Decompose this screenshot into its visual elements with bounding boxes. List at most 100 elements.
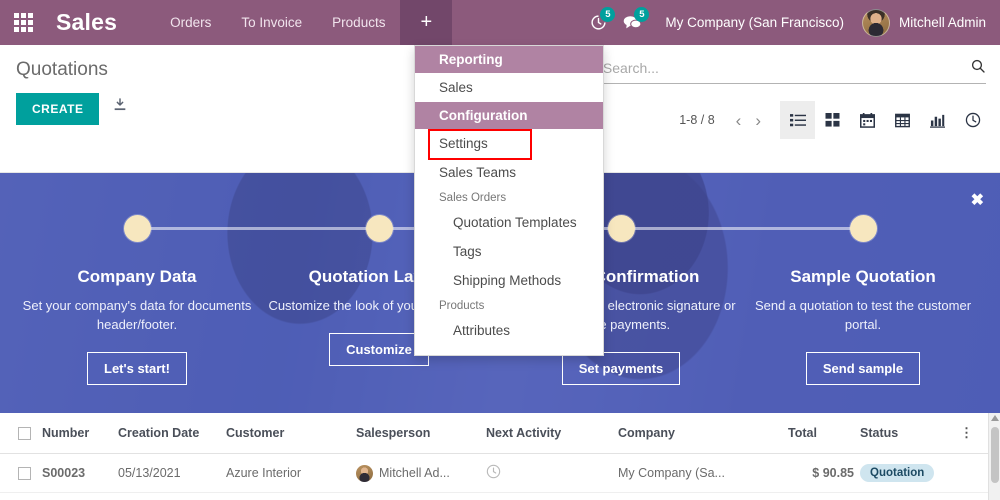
- select-all-header: [0, 413, 42, 454]
- list-vertical-scrollbar[interactable]: [988, 413, 1000, 500]
- view-button-activity[interactable]: [955, 101, 990, 139]
- table-row[interactable]: S00023 05/13/2021 Azure Interior Mitchel…: [0, 454, 988, 493]
- activity-count-badge: 5: [600, 7, 615, 22]
- step-dot: [366, 215, 393, 242]
- odoo-sales-app: Sales Orders To Invoice Products + 5 5: [0, 0, 1000, 500]
- clock-icon: [965, 112, 981, 128]
- bar-chart-icon: [930, 113, 945, 128]
- banner-close-button[interactable]: ✖: [971, 190, 984, 210]
- dropdown-subheader-sales-orders: Sales Orders: [415, 187, 603, 208]
- search-submit-button[interactable]: [970, 58, 986, 79]
- clock-icon: [486, 464, 501, 479]
- cell-next-activity[interactable]: [486, 454, 618, 493]
- view-button-calendar[interactable]: [850, 101, 885, 139]
- step-dot: [850, 215, 877, 242]
- create-button[interactable]: CREATE: [16, 93, 99, 125]
- messaging-menu-button[interactable]: 5: [615, 0, 649, 45]
- list-icon: [790, 113, 806, 128]
- dropdown-item-shipping-methods[interactable]: Shipping Methods: [415, 266, 603, 295]
- cell-row-options: [960, 454, 988, 493]
- user-name-label: Mitchell Admin: [899, 15, 986, 30]
- dropdown-item-sales-teams[interactable]: Sales Teams: [415, 158, 603, 187]
- pivot-table-icon: [895, 113, 910, 128]
- page-title: Quotations: [16, 59, 108, 81]
- dropdown-section-reporting[interactable]: Reporting: [415, 46, 603, 73]
- salesperson-avatar: [356, 465, 373, 482]
- nav-menu-to-invoice[interactable]: To Invoice: [226, 0, 317, 45]
- import-download-icon: [112, 97, 128, 113]
- view-button-graph[interactable]: [920, 101, 955, 139]
- step-action-button[interactable]: Set payments: [562, 352, 681, 385]
- column-header-next-activity[interactable]: Next Activity: [486, 413, 618, 454]
- step-action-button[interactable]: Let's start!: [87, 352, 187, 385]
- scrollbar-thumb[interactable]: [991, 427, 999, 483]
- nav-menu-orders[interactable]: Orders: [155, 0, 226, 45]
- view-button-pivot[interactable]: [885, 101, 920, 139]
- pager-counter[interactable]: 1-8 / 8: [679, 113, 714, 127]
- scroll-up-arrow-icon[interactable]: [991, 415, 999, 421]
- pager-next-button[interactable]: ›: [748, 112, 768, 129]
- dropdown-section-configuration[interactable]: Configuration: [415, 102, 603, 129]
- import-records-button[interactable]: [112, 97, 128, 118]
- step-action-button[interactable]: Send sample: [806, 352, 920, 385]
- view-controls-row: 1-8 / 8 ‹ ›: [679, 101, 990, 139]
- step-dot: [608, 215, 635, 242]
- messages-count-badge: 5: [634, 7, 649, 22]
- search-row: ns ✖: [556, 57, 986, 84]
- company-switcher[interactable]: My Company (San Francisco): [665, 15, 844, 30]
- nav-menu-products[interactable]: Products: [317, 0, 400, 45]
- column-header-customer[interactable]: Customer: [226, 413, 356, 454]
- step-dot: [124, 215, 151, 242]
- cell-status: Quotation: [860, 454, 960, 493]
- kanban-icon: [825, 113, 840, 127]
- column-header-company[interactable]: Company: [618, 413, 788, 454]
- calendar-icon: [860, 113, 875, 128]
- dropdown-item-attributes[interactable]: Attributes: [415, 316, 603, 345]
- view-button-kanban[interactable]: [815, 101, 850, 139]
- user-menu-button[interactable]: Mitchell Admin: [862, 9, 986, 37]
- row-select-cell: [0, 454, 42, 493]
- more-menu-dropdown: Reporting Sales Configuration Settings S…: [414, 45, 604, 356]
- nav-menu-more-plus-button[interactable]: +: [400, 0, 452, 45]
- cell-number: S00023: [42, 454, 118, 493]
- dropdown-subheader-products: Products: [415, 295, 603, 316]
- step-title: Company Data: [22, 267, 252, 287]
- top-navbar: Sales Orders To Invoice Products + 5 5: [0, 0, 1000, 45]
- column-header-number[interactable]: Number: [42, 413, 118, 454]
- apps-grid-icon: [14, 13, 33, 32]
- onboarding-step-sample-quotation: Sample Quotation Send a quotation to tes…: [748, 173, 978, 385]
- step-description: Send a quotation to test the customer po…: [748, 297, 978, 335]
- cell-company: My Company (Sa...: [618, 454, 788, 493]
- column-header-creation-date[interactable]: Creation Date: [118, 413, 226, 454]
- salesperson-name: Mitchell Ad...: [379, 466, 450, 480]
- onboarding-step-company-data: Company Data Set your company's data for…: [22, 173, 252, 385]
- app-brand-title[interactable]: Sales: [56, 9, 117, 36]
- dropdown-item-tags[interactable]: Tags: [415, 237, 603, 266]
- view-switcher: [780, 101, 990, 139]
- search-input[interactable]: [603, 58, 962, 78]
- quotations-list: Number Creation Date Customer Salesperso…: [0, 413, 1000, 500]
- search-icon: [970, 58, 986, 74]
- dropdown-item-settings[interactable]: Settings: [415, 129, 603, 158]
- apps-menu-button[interactable]: [0, 0, 46, 45]
- view-button-list[interactable]: [780, 101, 815, 139]
- activity-menu-button[interactable]: 5: [581, 0, 615, 45]
- select-all-checkbox[interactable]: [18, 427, 31, 440]
- status-badge: Quotation: [860, 464, 934, 482]
- row-checkbox[interactable]: [18, 467, 31, 480]
- pager-previous-button[interactable]: ‹: [729, 112, 749, 129]
- vertical-dots-icon[interactable]: ⋮: [960, 431, 973, 434]
- cell-salesperson: Mitchell Ad...: [356, 454, 486, 493]
- quotations-table: Number Creation Date Customer Salesperso…: [0, 413, 988, 493]
- column-header-total[interactable]: Total: [788, 413, 860, 454]
- cell-total: $ 90.85: [788, 454, 860, 493]
- column-header-status[interactable]: Status: [860, 413, 960, 454]
- dropdown-item-sales[interactable]: Sales: [415, 73, 603, 102]
- table-header-row: Number Creation Date Customer Salesperso…: [0, 413, 988, 454]
- dropdown-item-quotation-templates[interactable]: Quotation Templates: [415, 208, 603, 237]
- column-options-header[interactable]: ⋮: [960, 413, 988, 454]
- navbar-right-section: 5 5 My Company (San Francisco) Mitchell …: [581, 0, 1000, 45]
- step-title: Sample Quotation: [748, 267, 978, 287]
- search-area: ns ✖: [556, 57, 986, 84]
- column-header-salesperson[interactable]: Salesperson: [356, 413, 486, 454]
